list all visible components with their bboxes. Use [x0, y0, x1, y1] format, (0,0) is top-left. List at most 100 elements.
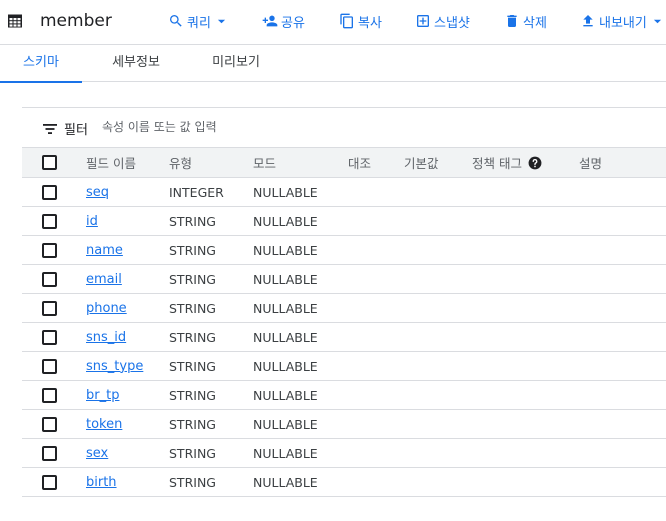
field-type-cell: STRING [169, 242, 216, 258]
field-name-cell: email [86, 265, 122, 293]
field-name-cell: phone [86, 294, 127, 322]
table-row: sns_type STRING NULLABLE [22, 352, 666, 381]
field-type-cell: STRING [169, 271, 216, 287]
table-row: br_tp STRING NULLABLE [22, 381, 666, 410]
field-type-cell: STRING [169, 300, 216, 316]
field-type-cell: STRING [169, 416, 216, 432]
field-name-link[interactable]: email [86, 272, 122, 287]
field-name-link[interactable]: br_tp [86, 388, 119, 403]
field-type-cell: STRING [169, 358, 216, 374]
table-toolbar: member 쿼리 공유 복사 스냅샷 삭제 내보내기 [0, 0, 666, 44]
upload-icon [583, 15, 593, 27]
field-mode-cell: NULLABLE [253, 416, 318, 432]
delete-button[interactable]: 삭제 [504, 11, 547, 31]
table-row: id STRING NULLABLE [22, 207, 666, 236]
table-grid-icon [8, 14, 22, 28]
field-name-link[interactable]: sns_type [86, 359, 143, 374]
select-all-checkbox[interactable] [42, 155, 57, 170]
field-type-cell: INTEGER [169, 184, 224, 200]
field-mode-cell: NULLABLE [253, 300, 318, 316]
table-row: seq INTEGER NULLABLE [22, 178, 666, 207]
column-header-default-value[interactable]: 기본값 [404, 148, 439, 177]
field-name-cell: name [86, 236, 123, 264]
row-checkbox[interactable] [42, 388, 57, 403]
field-name-link[interactable]: seq [86, 185, 109, 200]
field-type-cell: STRING [169, 445, 216, 461]
field-name-link[interactable]: sns_id [86, 330, 126, 345]
field-name-cell: id [86, 207, 98, 235]
policy-tags-label: 정책 태그 [472, 156, 522, 171]
field-type-cell: STRING [169, 387, 216, 403]
caret-down-icon [653, 19, 661, 23]
export-button-label: 내보내기 [599, 15, 647, 31]
caret-down-icon [217, 19, 226, 23]
column-header-field-name[interactable]: 필드 이름 [86, 148, 136, 177]
row-checkbox[interactable] [42, 330, 57, 345]
tab-preview[interactable]: 미리보기 [198, 45, 274, 82]
row-checkbox[interactable] [42, 301, 57, 316]
filter-icon[interactable] [42, 122, 58, 136]
column-header-type[interactable]: 유형 [169, 148, 192, 177]
field-mode-cell: NULLABLE [253, 242, 318, 258]
filter-bar: 필터 [22, 107, 666, 148]
field-mode-cell: NULLABLE [253, 184, 318, 200]
search-icon [170, 15, 182, 27]
help-circle-icon[interactable] [528, 156, 542, 170]
column-header-mode[interactable]: 모드 [253, 148, 276, 177]
table-row: token STRING NULLABLE [22, 410, 666, 439]
tab-schema[interactable]: 스키마 [0, 45, 82, 83]
filter-input[interactable] [102, 116, 402, 138]
tab-details[interactable]: 세부정보 [97, 45, 175, 82]
schema-table: 필드 이름 유형 모드 대조 기본값 정책 태그 설명 seq INTEGER NU… [22, 148, 666, 497]
row-checkbox[interactable] [42, 185, 57, 200]
share-button-label: 공유 [281, 15, 305, 31]
field-mode-cell: NULLABLE [253, 213, 318, 229]
row-checkbox[interactable] [42, 475, 57, 490]
field-name-link[interactable]: phone [86, 301, 127, 316]
row-checkbox[interactable] [42, 417, 57, 432]
snapshot-button-label: 스냅샷 [434, 15, 470, 31]
field-name-cell: br_tp [86, 381, 119, 409]
query-button[interactable]: 쿼리 [168, 11, 226, 31]
field-name-cell: token [86, 410, 122, 438]
field-mode-cell: NULLABLE [253, 329, 318, 345]
query-button-label: 쿼리 [187, 15, 211, 31]
field-name-link[interactable]: birth [86, 475, 117, 490]
field-type-cell: STRING [169, 474, 216, 490]
share-button[interactable]: 공유 [262, 11, 305, 31]
table-row: sex STRING NULLABLE [22, 439, 666, 468]
row-checkbox[interactable] [42, 446, 57, 461]
row-checkbox[interactable] [42, 272, 57, 287]
field-name-link[interactable]: name [86, 243, 123, 258]
field-name-cell: birth [86, 468, 117, 496]
delete-button-label: 삭제 [523, 15, 547, 31]
column-header-collation[interactable]: 대조 [348, 148, 371, 177]
table-header-row: 필드 이름 유형 모드 대조 기본값 정책 태그 설명 [22, 148, 666, 178]
field-type-cell: STRING [169, 329, 216, 345]
row-checkbox[interactable] [42, 214, 57, 229]
field-name-link[interactable]: sex [86, 446, 108, 461]
field-mode-cell: NULLABLE [253, 358, 318, 374]
field-name-link[interactable]: token [86, 417, 122, 432]
tab-bar: 스키마 세부정보 미리보기 [0, 44, 666, 83]
export-button[interactable]: 내보내기 [580, 11, 662, 31]
add-box-icon [417, 15, 429, 27]
field-type-cell: STRING [169, 213, 216, 229]
field-name-cell: sns_id [86, 323, 126, 351]
copy-button[interactable]: 복사 [339, 11, 382, 31]
row-checkbox[interactable] [42, 359, 57, 374]
copy-icon [340, 13, 353, 29]
column-header-description[interactable]: 설명 [579, 148, 602, 177]
field-name-cell: sns_type [86, 352, 143, 380]
table-row: sns_id STRING NULLABLE [22, 323, 666, 352]
person-add-icon [262, 15, 278, 27]
snapshot-button[interactable]: 스냅샷 [415, 11, 470, 31]
trash-icon [507, 15, 517, 27]
table-row: phone STRING NULLABLE [22, 294, 666, 323]
field-mode-cell: NULLABLE [253, 271, 318, 287]
column-header-policy-tags[interactable]: 정책 태그 [472, 148, 542, 177]
field-name-cell: seq [86, 178, 109, 206]
field-mode-cell: NULLABLE [253, 387, 318, 403]
field-name-link[interactable]: id [86, 214, 98, 229]
row-checkbox[interactable] [42, 243, 57, 258]
